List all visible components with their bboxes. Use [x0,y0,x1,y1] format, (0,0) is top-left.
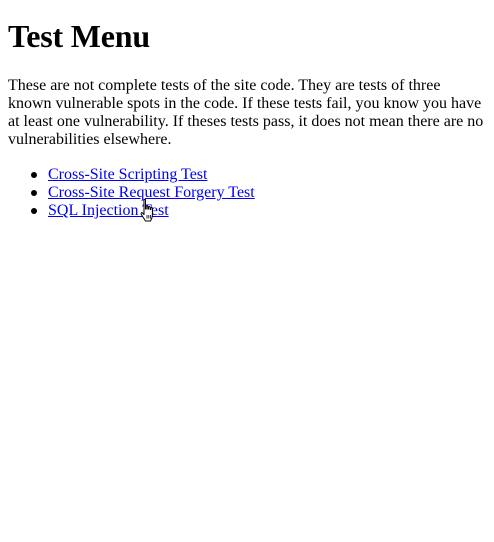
bullet-icon [31,190,37,196]
test-list: Cross-Site Scripting Test Cross-Site Req… [8,166,488,220]
list-item: Cross-Site Request Forgery Test [8,184,488,202]
bullet-icon [31,208,37,214]
list-item: SQL Injection Test [8,202,488,220]
page-title: Test Menu [8,18,150,54]
list-item: Cross-Site Scripting Test [8,166,488,184]
bullet-icon [31,172,37,178]
intro-paragraph: These are not complete tests of the site… [8,77,484,148]
sql-injection-test-link[interactable]: SQL Injection Test [48,202,169,219]
csrf-test-link[interactable]: Cross-Site Request Forgery Test [48,184,255,201]
xss-test-link[interactable]: Cross-Site Scripting Test [48,166,207,183]
page-content: Test Menu These are not complete tests o… [8,0,488,220]
